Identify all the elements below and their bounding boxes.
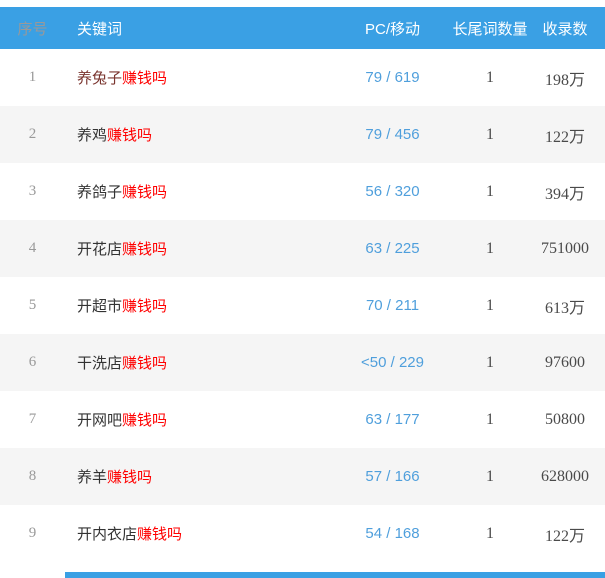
longtail-count: 1 bbox=[486, 524, 494, 542]
column-header-pc-mobile: PC/移动 bbox=[364, 20, 420, 38]
longtail-count: 1 bbox=[486, 125, 494, 143]
keyword-prefix: 养羊 bbox=[77, 469, 108, 486]
collect-count: 50800 bbox=[545, 410, 585, 428]
keyword-highlight: 赚钱吗 bbox=[107, 127, 153, 144]
keyword-cell: 养鸡赚钱吗 bbox=[65, 124, 330, 145]
keyword-highlight: 赚钱吗 bbox=[107, 469, 153, 486]
pc-mobile-index-link[interactable]: 63 / 225 bbox=[330, 240, 455, 257]
keyword-prefix: 养鸽子 bbox=[77, 184, 123, 201]
collect-count: 613万 bbox=[544, 299, 585, 317]
keyword-prefix: 养鸡 bbox=[77, 127, 108, 144]
keyword-cell: 开超市赚钱吗 bbox=[65, 295, 330, 316]
row-index: 1 bbox=[28, 69, 37, 85]
pc-mobile-index-link[interactable]: 63 / 177 bbox=[330, 411, 455, 428]
table-header-row: 序号 关键词 PC/移动 长尾词数量 收录数 bbox=[0, 7, 605, 49]
keyword-prefix: 开网吧 bbox=[77, 412, 123, 429]
keyword-cell: 干洗店赚钱吗 bbox=[65, 352, 330, 373]
keyword-link[interactable]: 开花店赚钱吗 bbox=[77, 238, 167, 259]
keyword-prefix: 干洗店 bbox=[77, 355, 123, 372]
pc-mobile-index-link[interactable]: 70 / 211 bbox=[330, 297, 455, 314]
longtail-count: 1 bbox=[486, 68, 494, 86]
collect-count: 122万 bbox=[544, 128, 585, 146]
pc-mobile-index-link[interactable]: 79 / 619 bbox=[330, 69, 455, 86]
keyword-cell: 开内衣店赚钱吗 bbox=[65, 523, 330, 544]
keyword-highlight: 赚钱吗 bbox=[122, 184, 168, 201]
keyword-cell: 开网吧赚钱吗 bbox=[65, 409, 330, 430]
table-row: 3 养鸽子赚钱吗 56 / 320 1 394万 bbox=[0, 163, 605, 220]
keyword-prefix: 开内衣店 bbox=[77, 526, 138, 543]
column-header-keyword: 关键词 bbox=[77, 20, 123, 38]
collect-count: 198万 bbox=[544, 71, 585, 89]
longtail-count: 1 bbox=[486, 353, 494, 371]
keyword-highlight: 赚钱吗 bbox=[122, 241, 168, 258]
keyword-link[interactable]: 养羊赚钱吗 bbox=[77, 466, 152, 487]
keyword-prefix: 养兔子 bbox=[77, 70, 123, 87]
row-index: 3 bbox=[28, 183, 37, 199]
keyword-prefix: 开超市 bbox=[77, 298, 123, 315]
row-index: 7 bbox=[28, 411, 37, 427]
keyword-highlight: 赚钱吗 bbox=[122, 412, 168, 429]
row-index: 8 bbox=[28, 468, 37, 484]
column-header-collect-count: 收录数 bbox=[542, 20, 588, 38]
row-index: 9 bbox=[28, 525, 37, 541]
keyword-link[interactable]: 养鸡赚钱吗 bbox=[77, 124, 152, 145]
keyword-cell: 养羊赚钱吗 bbox=[65, 466, 330, 487]
keyword-table-body: 1 养兔子赚钱吗 79 / 619 1 198万 2 养鸡赚钱吗 79 / 45… bbox=[0, 49, 605, 562]
keyword-link[interactable]: 养鸽子赚钱吗 bbox=[77, 181, 167, 202]
table-row: 6 干洗店赚钱吗 <50 / 229 1 97600 bbox=[0, 334, 605, 391]
table-row: 7 开网吧赚钱吗 63 / 177 1 50800 bbox=[0, 391, 605, 448]
longtail-count: 1 bbox=[486, 296, 494, 314]
table-row: 5 开超市赚钱吗 70 / 211 1 613万 bbox=[0, 277, 605, 334]
collect-count: 122万 bbox=[544, 527, 585, 545]
keyword-highlight: 赚钱吗 bbox=[137, 526, 183, 543]
table-row: 2 养鸡赚钱吗 79 / 456 1 122万 bbox=[0, 106, 605, 163]
column-header-longtail-count: 长尾词数量 bbox=[452, 20, 528, 38]
collect-count: 97600 bbox=[545, 353, 585, 371]
keyword-cell: 开花店赚钱吗 bbox=[65, 238, 330, 259]
table-row: 8 养羊赚钱吗 57 / 166 1 628000 bbox=[0, 448, 605, 505]
collect-count: 751000 bbox=[541, 239, 589, 257]
collect-count: 394万 bbox=[544, 185, 585, 203]
longtail-count: 1 bbox=[486, 239, 494, 257]
keyword-prefix: 开花店 bbox=[77, 241, 123, 258]
longtail-count: 1 bbox=[486, 410, 494, 428]
longtail-count: 1 bbox=[486, 182, 494, 200]
pc-mobile-index-link[interactable]: 56 / 320 bbox=[330, 183, 455, 200]
row-index: 4 bbox=[28, 240, 37, 256]
keyword-cell: 养鸽子赚钱吗 bbox=[65, 181, 330, 202]
keyword-ranking-page: 序号 关键词 PC/移动 长尾词数量 收录数 1 养兔子赚钱吗 79 / 619… bbox=[0, 0, 605, 578]
table-row: 4 开花店赚钱吗 63 / 225 1 751000 bbox=[0, 220, 605, 277]
pc-mobile-index-link[interactable]: <50 / 229 bbox=[330, 354, 455, 371]
table-row: 9 开内衣店赚钱吗 54 / 168 1 122万 bbox=[0, 505, 605, 562]
keyword-link[interactable]: 开超市赚钱吗 bbox=[77, 295, 167, 316]
pc-mobile-index-link[interactable]: 79 / 456 bbox=[330, 126, 455, 143]
column-header-index: 序号 bbox=[17, 21, 48, 38]
pc-mobile-index-link[interactable]: 57 / 166 bbox=[330, 468, 455, 485]
row-index: 5 bbox=[28, 297, 37, 313]
keyword-highlight: 赚钱吗 bbox=[122, 355, 168, 372]
keyword-cell: 养兔子赚钱吗 bbox=[65, 67, 330, 88]
keyword-link[interactable]: 开网吧赚钱吗 bbox=[77, 409, 167, 430]
keyword-link[interactable]: 干洗店赚钱吗 bbox=[77, 352, 167, 373]
longtail-count: 1 bbox=[486, 467, 494, 485]
table-row: 1 养兔子赚钱吗 79 / 619 1 198万 bbox=[0, 49, 605, 106]
row-index: 6 bbox=[28, 354, 37, 370]
collect-count: 628000 bbox=[541, 467, 589, 485]
keyword-highlight: 赚钱吗 bbox=[122, 70, 168, 87]
keyword-link[interactable]: 养兔子赚钱吗 bbox=[77, 67, 167, 88]
row-index: 2 bbox=[28, 126, 37, 142]
next-section-header-strip bbox=[65, 572, 605, 578]
pc-mobile-index-link[interactable]: 54 / 168 bbox=[330, 525, 455, 542]
keyword-highlight: 赚钱吗 bbox=[122, 298, 168, 315]
keyword-link[interactable]: 开内衣店赚钱吗 bbox=[77, 523, 182, 544]
